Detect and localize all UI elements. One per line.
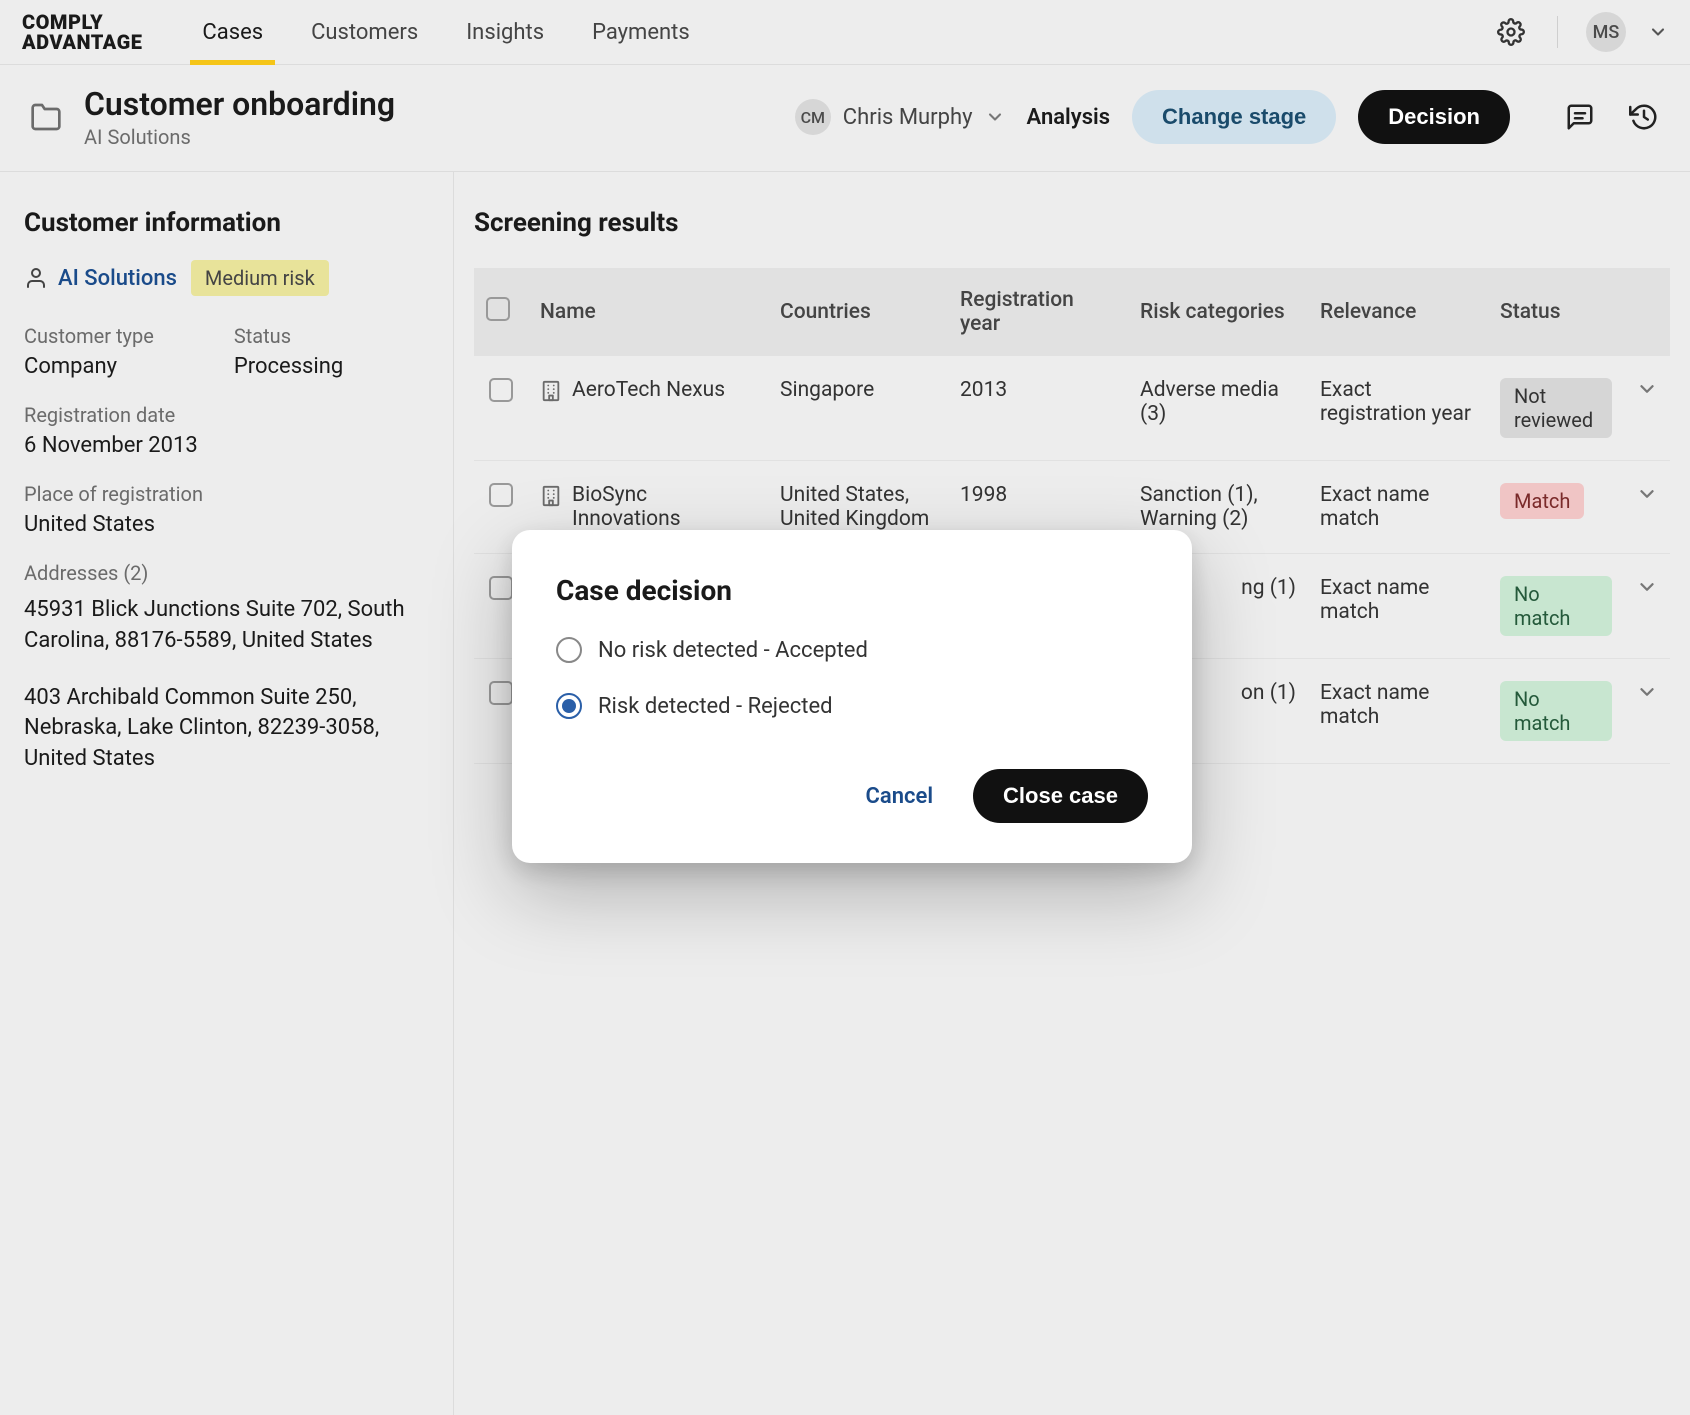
dialog-actions: Cancel Close case	[556, 769, 1148, 823]
table-row[interactable]: AeroTech Nexus Singapore2013Adverse media…	[474, 356, 1670, 461]
row-risk-categories: Adverse media (3)	[1128, 356, 1308, 461]
status-badge: No match	[1500, 681, 1612, 741]
row-relevance: Exact registration year	[1308, 356, 1488, 461]
case-subtitle: AI Solutions	[84, 125, 775, 149]
nav-tab-customers[interactable]: Customers	[311, 20, 418, 45]
person-icon	[24, 266, 48, 290]
status-label: Status	[234, 324, 343, 348]
dialog-title: Case decision	[556, 574, 1148, 607]
row-checkbox[interactable]	[489, 576, 513, 600]
info-grid: Customer type Company Status Processing	[24, 324, 429, 379]
chevron-down-icon[interactable]	[1648, 22, 1668, 42]
history-icon[interactable]	[1626, 99, 1662, 135]
assignee-name: Chris Murphy	[843, 105, 973, 130]
radio-option[interactable]: No risk detected - Accepted	[556, 637, 1148, 663]
radio-option[interactable]: Risk detected - Rejected	[556, 693, 1148, 719]
divider	[1557, 16, 1558, 48]
top-nav: COMPLY ADVANTAGE Cases Customers Insight…	[0, 0, 1690, 65]
folder-icon	[28, 99, 64, 135]
close-case-button[interactable]: Close case	[973, 769, 1148, 823]
customer-type-label: Customer type	[24, 324, 154, 348]
row-registration-year: 2013	[948, 356, 1128, 461]
case-header-icons	[1562, 99, 1662, 135]
place-of-registration-value: United States	[24, 512, 429, 537]
status-value: Processing	[234, 354, 343, 379]
case-decision-dialog: Case decision No risk detected - Accepte…	[512, 530, 1192, 863]
case-titles: Customer onboarding AI Solutions	[84, 85, 775, 149]
content-heading: Screening results	[474, 208, 1670, 238]
address-1: 45931 Blick Junctions Suite 702, South C…	[24, 595, 429, 657]
status-badge: Not reviewed	[1500, 378, 1612, 438]
decision-button[interactable]: Decision	[1358, 90, 1510, 144]
nav-tab-insights[interactable]: Insights	[466, 20, 544, 45]
row-checkbox[interactable]	[489, 378, 513, 402]
col-registration-year: Registration year	[948, 268, 1128, 356]
col-countries: Countries	[768, 268, 948, 356]
case-actions: CM Chris Murphy Analysis Change stage De…	[795, 90, 1662, 144]
sidebar: Customer information AI Solutions Medium…	[0, 172, 454, 1415]
radio-icon	[556, 693, 582, 719]
radio-icon	[556, 637, 582, 663]
cancel-button[interactable]: Cancel	[866, 784, 934, 809]
select-all-checkbox[interactable]	[486, 297, 510, 321]
radio-label: Risk detected - Rejected	[598, 694, 833, 719]
assignee-chip[interactable]: CM Chris Murphy	[795, 99, 1005, 135]
row-name: BioSync Innovations	[572, 483, 756, 531]
row-countries: Singapore	[768, 356, 948, 461]
nav-tab-payments[interactable]: Payments	[592, 20, 690, 45]
row-relevance: Exact name match	[1308, 554, 1488, 659]
change-stage-button[interactable]: Change stage	[1132, 90, 1336, 144]
comment-icon[interactable]	[1562, 99, 1598, 135]
chevron-down-icon[interactable]	[1636, 681, 1658, 703]
nav-tab-cases[interactable]: Cases	[202, 20, 263, 45]
user-avatar[interactable]: MS	[1586, 12, 1626, 52]
customer-type-value: Company	[24, 354, 154, 379]
place-of-registration-label: Place of registration	[24, 482, 429, 506]
risk-badge: Medium risk	[191, 260, 329, 296]
chevron-down-icon[interactable]	[1636, 483, 1658, 505]
case-header: Customer onboarding AI Solutions CM Chri…	[0, 65, 1690, 172]
customer-link-row: AI Solutions Medium risk	[24, 260, 429, 296]
case-title: Customer onboarding	[84, 85, 775, 123]
status-badge: No match	[1500, 576, 1612, 636]
chevron-down-icon[interactable]	[1636, 576, 1658, 598]
radio-label: No risk detected - Accepted	[598, 638, 868, 663]
brand-line2: ADVANTAGE	[22, 32, 142, 52]
row-checkbox[interactable]	[489, 483, 513, 507]
chevron-down-icon[interactable]	[1636, 378, 1658, 400]
analysis-link[interactable]: Analysis	[1027, 105, 1111, 130]
row-name: AeroTech Nexus	[572, 378, 725, 402]
sidebar-heading: Customer information	[24, 208, 429, 238]
registration-date-value: 6 November 2013	[24, 433, 429, 458]
row-relevance: Exact name match	[1308, 461, 1488, 554]
table-header-row: Name Countries Registration year Risk ca…	[474, 268, 1670, 356]
assignee-avatar: CM	[795, 99, 831, 135]
status-badge: Match	[1500, 483, 1584, 519]
col-status: Status	[1488, 268, 1624, 356]
col-name: Name	[528, 268, 768, 356]
gear-icon[interactable]	[1493, 14, 1529, 50]
customer-link[interactable]: AI Solutions	[58, 266, 177, 291]
addresses-heading: Addresses (2)	[24, 561, 429, 585]
brand-logo: COMPLY ADVANTAGE	[22, 12, 142, 52]
row-relevance: Exact name match	[1308, 659, 1488, 764]
nav-tabs: Cases Customers Insights Payments	[202, 20, 1493, 45]
registration-date-label: Registration date	[24, 403, 429, 427]
row-checkbox[interactable]	[489, 681, 513, 705]
chevron-down-icon	[985, 107, 1005, 127]
col-relevance: Relevance	[1308, 268, 1488, 356]
building-icon	[540, 380, 562, 402]
col-risk-categories: Risk categories	[1128, 268, 1308, 356]
top-nav-right: MS	[1493, 12, 1668, 52]
building-icon	[540, 485, 562, 507]
address-2: 403 Archibald Common Suite 250, Nebraska…	[24, 683, 429, 775]
brand-line1: COMPLY	[22, 12, 142, 32]
